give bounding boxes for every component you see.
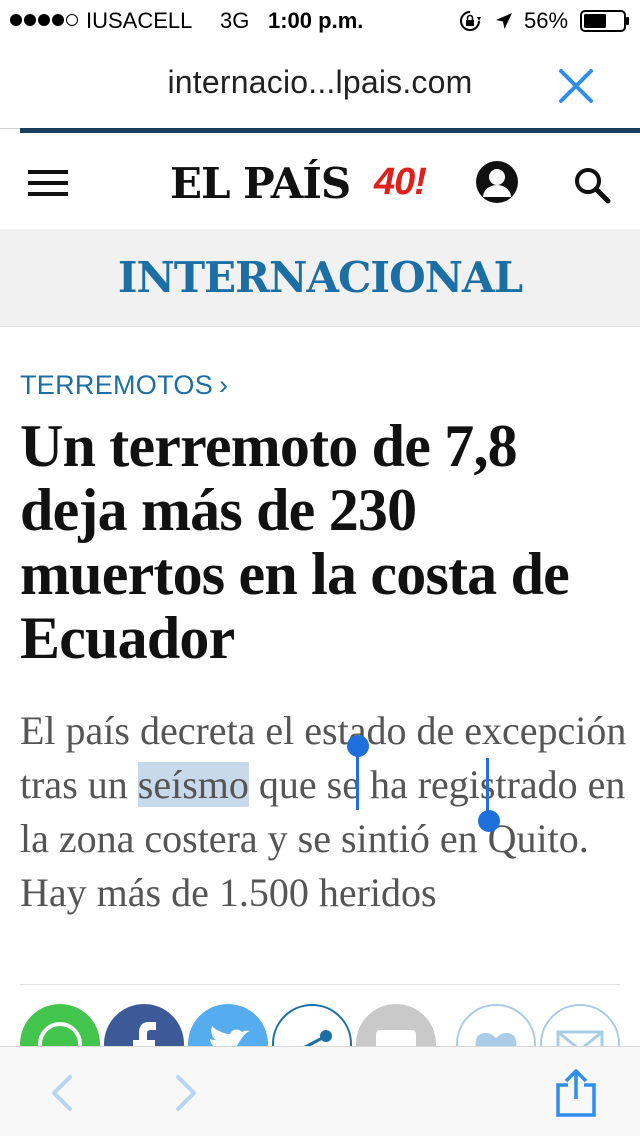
article-kicker[interactable]: TERREMOTOS › [20, 370, 228, 401]
chevron-right-icon: › [219, 370, 229, 400]
article-headline: Un terremoto de 7,8 deja más de 230 muer… [20, 413, 570, 671]
rotation-lock-icon [460, 11, 481, 31]
share-icon[interactable] [554, 1069, 598, 1117]
section-banner: INTERNACIONAL [0, 229, 640, 327]
browser-toolbar [0, 1046, 640, 1136]
url-text[interactable]: internacio...lpais.com [0, 64, 640, 101]
location-arrow-icon [496, 13, 512, 29]
search-icon[interactable] [572, 165, 612, 205]
signal-strength-icon [10, 12, 78, 28]
url-bar[interactable]: internacio...lpais.com [0, 40, 640, 128]
selection-caret-end [486, 758, 489, 816]
user-icon[interactable] [474, 159, 520, 205]
article-summary[interactable]: El país decreta el estado de excepción t… [20, 704, 630, 920]
anniversary-badge: 40! [374, 161, 427, 203]
selection-caret-start [356, 748, 359, 810]
battery-percent: 56% [524, 8, 569, 33]
battery-icon [580, 10, 629, 32]
site-header: EL PAÍS 40! [0, 133, 640, 229]
menu-icon[interactable] [28, 167, 68, 199]
site-logo[interactable]: EL PAÍS [170, 159, 351, 208]
chevron-right-icon[interactable] [172, 1073, 202, 1113]
chevron-left-icon[interactable] [46, 1073, 76, 1113]
section-title[interactable]: INTERNACIONAL [0, 253, 640, 302]
kicker-label[interactable]: TERREMOTOS [20, 370, 213, 400]
status-bar: IUSACELL 3G 1:00 p.m. 56% [0, 0, 640, 40]
status-time: 1:00 p.m. [268, 8, 364, 33]
selected-text[interactable]: seísmo [137, 762, 249, 807]
carrier-name: IUSACELL [86, 8, 193, 33]
selection-handle-end[interactable] [478, 810, 500, 832]
close-icon[interactable] [556, 66, 596, 106]
article-divider [20, 984, 620, 985]
network-type: 3G [220, 8, 250, 33]
